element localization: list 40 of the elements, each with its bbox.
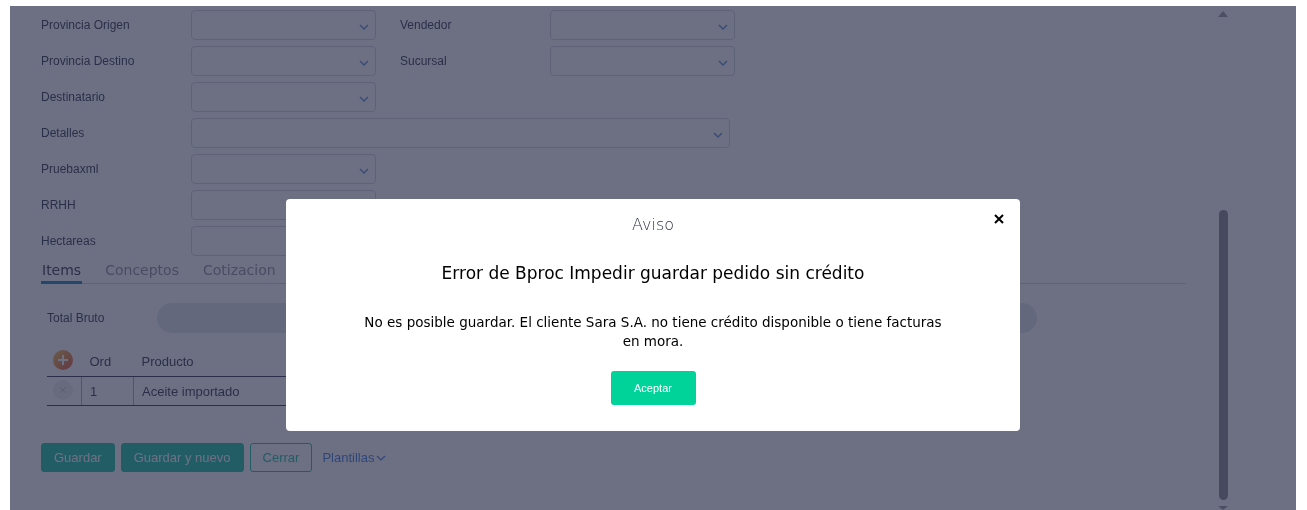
- select-field[interactable]: [550, 10, 735, 40]
- templates-dropdown[interactable]: Plantillas: [318, 450, 391, 465]
- select-field[interactable]: [191, 46, 376, 76]
- scroll-down-icon[interactable]: [1218, 506, 1228, 510]
- select-field[interactable]: [191, 118, 730, 148]
- field-label: Sucursal: [400, 54, 448, 68]
- save-button[interactable]: Guardar: [41, 443, 115, 472]
- tab[interactable]: Items: [41, 260, 83, 284]
- chevron-icon: [359, 60, 369, 66]
- scrollbar-thumb[interactable]: [1218, 210, 1228, 500]
- field-label: RRHH: [41, 198, 77, 212]
- dialog-heading: Error de Bproc Impedir guardar pedido sin crédito: [441, 263, 865, 283]
- table-cell: 1: [81, 376, 134, 406]
- scroll-up-icon[interactable]: [1218, 11, 1228, 17]
- field-label: Detalles: [41, 126, 86, 140]
- chevron-icon: [359, 168, 369, 174]
- chevron-icon: [713, 132, 723, 138]
- chevron-icon: [376, 454, 387, 461]
- total-label: Total Bruto: [46, 311, 106, 325]
- dialog-title: Aviso: [631, 215, 674, 234]
- field-label: Vendedor: [400, 18, 453, 32]
- accept-button[interactable]: Aceptar: [610, 371, 696, 405]
- chevron-icon: [718, 24, 728, 30]
- field-label: Destinatario: [41, 90, 107, 104]
- close-button[interactable]: Cerrar: [249, 443, 313, 472]
- chevron-icon: [359, 96, 369, 102]
- field-label: Hectareas: [41, 234, 97, 248]
- chevron-icon: [718, 60, 728, 66]
- save-button[interactable]: Guardar y nuevo: [120, 443, 244, 472]
- column-header: Ord: [81, 346, 134, 377]
- select-field[interactable]: [191, 10, 376, 40]
- close-icon[interactable]: [994, 214, 1004, 224]
- field-label: Provincia Origen: [41, 18, 131, 32]
- select-field[interactable]: [191, 154, 376, 184]
- add-icon[interactable]: [53, 349, 73, 370]
- field-label: Pruebaxml: [41, 162, 100, 176]
- select-field[interactable]: [550, 46, 735, 76]
- chevron-icon: [359, 24, 369, 30]
- field-label: Provincia Destino: [41, 54, 136, 68]
- select-field[interactable]: [191, 82, 376, 112]
